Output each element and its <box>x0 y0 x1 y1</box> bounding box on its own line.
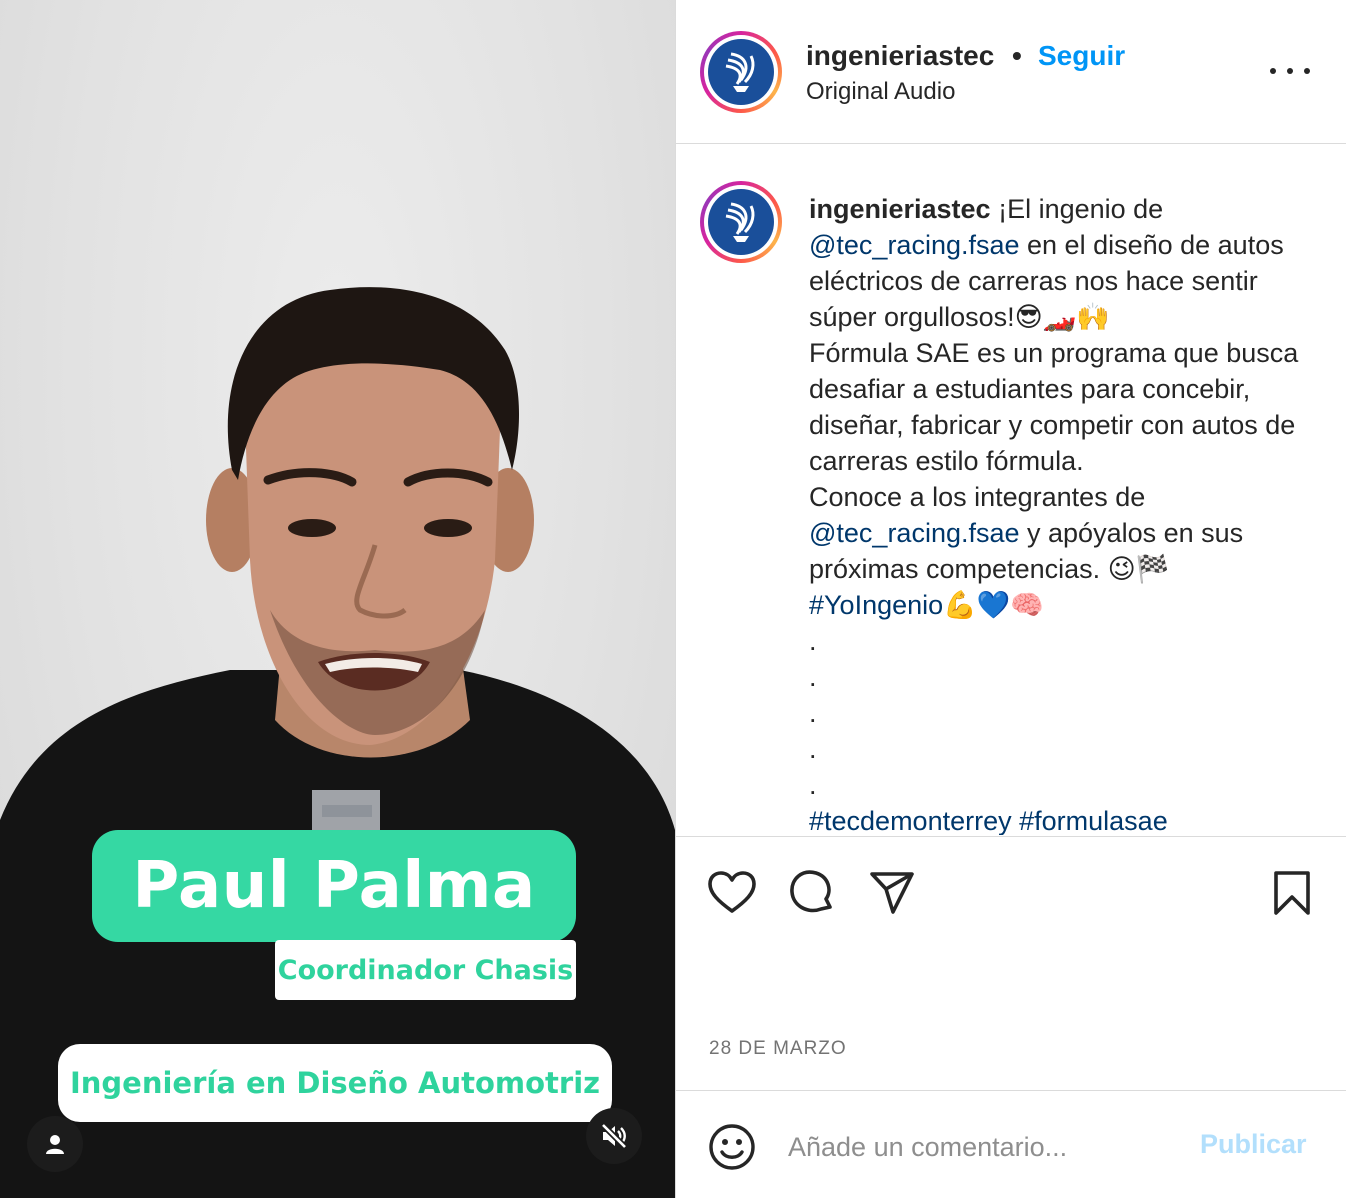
more-horizontal-icon <box>1270 68 1276 74</box>
avatar[interactable] <box>700 31 782 113</box>
caption-dot: . <box>809 626 817 656</box>
send-icon <box>870 872 914 914</box>
caption-dot: . <box>809 770 817 800</box>
user-icon <box>46 1135 64 1154</box>
header-separator: • <box>1012 40 1022 71</box>
caption-segment: Fórmula SAE es un programa que busca des… <box>809 338 1299 476</box>
publish-button[interactable]: Publicar <box>1200 1129 1307 1160</box>
tagged-users-button[interactable] <box>27 1116 83 1172</box>
comment-button[interactable] <box>786 867 838 919</box>
program-card: Ingeniería en Diseño Automotriz <box>58 1044 612 1122</box>
caption-dot: . <box>809 662 817 692</box>
comment-icon <box>790 870 832 913</box>
caption-dot: . <box>809 698 817 728</box>
hashtag-link[interactable]: #YoIngenio <box>809 590 943 620</box>
tec-logo-icon <box>725 202 755 242</box>
video-frame-person <box>0 287 675 1198</box>
comment-input[interactable] <box>788 1125 1168 1169</box>
tec-logo-icon <box>725 52 755 92</box>
follow-button[interactable]: Seguir <box>1038 40 1125 72</box>
post-side-panel: ingenieriastec • Seguir Original Audio i… <box>675 0 1346 1198</box>
muted-speaker-icon <box>600 1122 628 1150</box>
post-header: ingenieriastec • Seguir Original Audio <box>676 0 1346 144</box>
share-button[interactable] <box>866 867 918 919</box>
audio-label[interactable]: Original Audio <box>806 78 955 106</box>
action-bar <box>676 836 1346 946</box>
mention-link[interactable]: @tec_racing.fsae <box>809 230 1020 260</box>
caption-avatar[interactable] <box>700 181 782 263</box>
caption-segment: Conoce a los integrantes de <box>809 482 1146 512</box>
like-button[interactable] <box>706 867 758 919</box>
caption-emoji: 💪💙🧠 <box>943 590 1045 620</box>
caption-dot: . <box>809 734 817 764</box>
name-card: Paul Palma <box>92 830 576 942</box>
smiley-icon[interactable] <box>708 1123 756 1171</box>
caption-area: ingenieriastec ¡El ingenio de @tec_racin… <box>676 145 1346 835</box>
reel-video[interactable]: Paul Palma Coordinador Chasis Ingeniería… <box>0 0 675 1198</box>
caption-text: ingenieriastec ¡El ingenio de @tec_racin… <box>809 191 1319 835</box>
mute-toggle-button[interactable] <box>586 1108 642 1164</box>
header-username[interactable]: ingenieriastec <box>806 40 994 72</box>
caption-username[interactable]: ingenieriastec <box>809 194 991 224</box>
save-button[interactable] <box>1266 867 1318 919</box>
post-date[interactable]: 28 DE MARZO <box>709 1038 847 1060</box>
more-options-button[interactable] <box>1270 56 1310 86</box>
caption-segment: ¡El ingenio de <box>990 194 1164 224</box>
hashtag-link[interactable]: #tecdemonterrey <box>809 806 1012 835</box>
bookmark-icon <box>1274 871 1310 915</box>
hashtag-link[interactable]: #formulasae <box>1019 806 1168 835</box>
comment-bar: Publicar <box>676 1090 1346 1198</box>
heart-icon <box>708 871 756 913</box>
mention-link[interactable]: @tec_racing.fsae <box>809 518 1020 548</box>
role-card: Coordinador Chasis <box>275 940 576 1000</box>
